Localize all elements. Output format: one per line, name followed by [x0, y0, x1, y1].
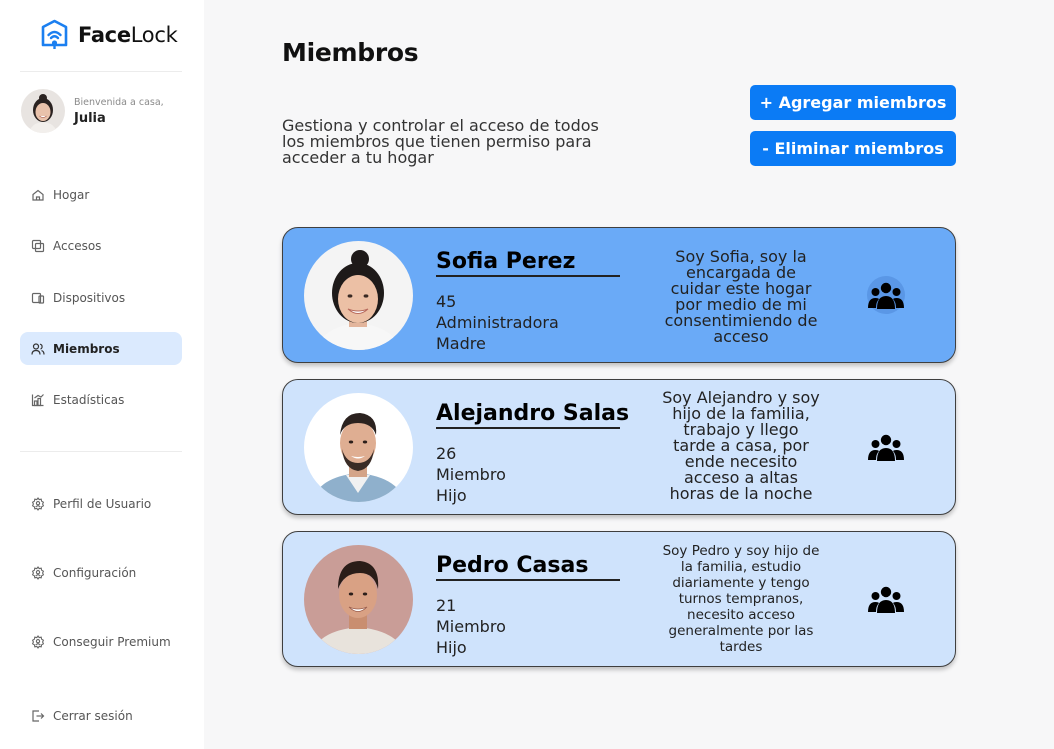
sidebar-item-estadisticas[interactable]: Estadísticas	[20, 383, 182, 416]
access-icon	[31, 239, 45, 252]
user-greeting: Bienvenida a casa,	[74, 96, 164, 108]
sidebar-item-miembros[interactable]: Miembros	[20, 332, 182, 365]
sidebar-item-accesos[interactable]: Accesos	[20, 229, 182, 262]
sidebar-item-hogar[interactable]: Hogar	[20, 178, 182, 211]
sidebar-item-conseguir-premium[interactable]: Conseguir Premium	[20, 625, 182, 658]
user-profile[interactable]: Bienvenida a casa, Julia	[21, 89, 164, 133]
group-icon	[868, 586, 904, 613]
gear-icon	[31, 496, 45, 511]
member-card[interactable]: Sofia Perez 45 Administradora Madre Soy …	[282, 227, 956, 363]
app-logo[interactable]: FaceLock	[40, 19, 178, 51]
member-group-button[interactable]	[867, 276, 905, 314]
sidebar-item-configuracion[interactable]: Configuración	[20, 556, 182, 589]
member-card[interactable]: Pedro Casas 21 Miembro Hijo Soy Pedro y …	[282, 531, 956, 667]
sidebar-item-label: Hogar	[53, 187, 90, 202]
member-name: Pedro Casas	[436, 553, 620, 581]
sidebar: FaceLock Bienvenida a casa, Julia Hogar …	[0, 0, 204, 749]
sidebar-item-dispositivos[interactable]: Dispositivos	[20, 281, 182, 314]
sidebar-item-label: Dispositivos	[53, 290, 126, 305]
member-relation: Hijo	[436, 638, 467, 657]
gear-icon	[31, 565, 45, 580]
avatar	[21, 89, 65, 133]
member-photo	[304, 393, 413, 502]
member-age: 26	[436, 444, 457, 463]
member-role: Miembro	[436, 617, 506, 636]
member-role: Administradora	[436, 313, 559, 332]
stats-icon	[31, 393, 44, 406]
members-icon	[31, 342, 45, 355]
member-age: 21	[436, 596, 457, 615]
member-age: 45	[436, 292, 457, 311]
member-bio: Soy Alejandro y soy hijo de la familia, …	[662, 388, 820, 503]
sidebar-item-label: Conseguir Premium	[53, 634, 171, 649]
sidebar-item-label: Estadísticas	[53, 392, 125, 407]
user-name: Julia	[74, 110, 106, 126]
add-members-button[interactable]: + Agregar miembros	[750, 85, 956, 120]
home-icon	[32, 189, 44, 201]
divider	[20, 71, 182, 72]
member-name: Alejandro Salas	[436, 401, 629, 429]
logout-button[interactable]: Cerrar sesión	[20, 699, 182, 732]
group-icon	[868, 282, 904, 309]
group-icon	[868, 434, 904, 461]
member-name: Sofia Perez	[436, 249, 620, 277]
devices-icon	[31, 292, 45, 304]
sidebar-item-label: Accesos	[53, 238, 102, 253]
member-relation: Hijo	[436, 486, 467, 505]
member-details: 26 Miembro Hijo	[436, 443, 506, 506]
member-group-button[interactable]	[867, 580, 905, 618]
sidebar-item-label: Miembros	[53, 341, 120, 356]
member-relation: Madre	[436, 334, 486, 353]
member-photo	[304, 241, 413, 350]
sidebar-item-label: Configuración	[53, 565, 137, 580]
member-bio: Soy Pedro y soy hijo de la familia, estu…	[662, 543, 820, 655]
facelock-logo-icon	[41, 19, 68, 49]
member-group-button[interactable]	[867, 428, 905, 466]
page-title: Miembros	[282, 38, 419, 67]
member-details: 21 Miembro Hijo	[436, 595, 506, 658]
app-name: FaceLock	[78, 23, 178, 47]
divider	[20, 451, 182, 452]
member-card[interactable]: Alejandro Salas 26 Miembro Hijo Soy Alej…	[282, 379, 956, 515]
page-description: Gestiona y controlar el acceso de todos …	[282, 116, 599, 167]
sidebar-item-perfil-de-usuario[interactable]: Perfil de Usuario	[20, 487, 182, 520]
sidebar-item-label: Perfil de Usuario	[53, 496, 152, 511]
logout-label: Cerrar sesión	[53, 708, 133, 723]
member-details: 45 Administradora Madre	[436, 291, 559, 354]
gear-icon	[31, 634, 45, 649]
remove-members-button[interactable]: - Eliminar miembros	[750, 131, 956, 166]
member-bio: Soy Sofia, soy la encargada de cuidar es…	[664, 247, 818, 346]
logout-icon	[32, 709, 45, 722]
member-photo	[304, 545, 413, 654]
member-role: Miembro	[436, 465, 506, 484]
